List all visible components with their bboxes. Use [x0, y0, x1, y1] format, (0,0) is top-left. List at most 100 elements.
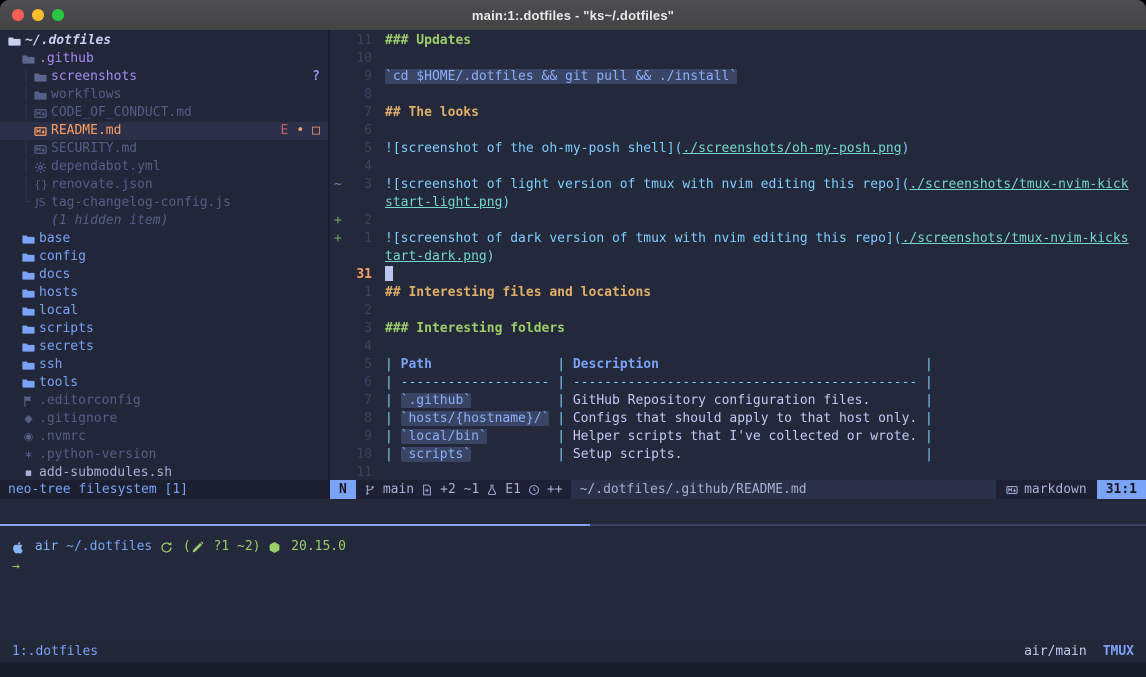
shell-pane[interactable]: air ~/.dotfiles ( ?1 ~2) 20.15.0 →	[0, 526, 1146, 640]
folder-icon	[22, 341, 35, 354]
hex-icon	[268, 541, 281, 554]
zoom-button[interactable]	[52, 9, 64, 21]
editor-line[interactable]: 7## The looks	[330, 104, 1146, 122]
tree-item-base[interactable]: base	[0, 230, 328, 248]
editor-line[interactable]: +2	[330, 212, 1146, 230]
tree-item-readme-md[interactable]: │README.mdE•□	[0, 122, 328, 140]
line-text: | `scripts` | Setup scripts. |	[385, 446, 933, 464]
tree-item-docs[interactable]: docs	[0, 266, 328, 284]
syntax-segment: ### Interesting folders	[385, 321, 565, 336]
git-status-badge: ?	[312, 68, 320, 86]
syntax-segment: |	[549, 375, 572, 390]
statusline-filetype: markdown	[1006, 482, 1087, 497]
tree-item-hosts[interactable]: hosts	[0, 284, 328, 302]
line-number: 4	[346, 158, 372, 176]
syntax-segment: ### Updates	[385, 33, 471, 48]
minimize-button[interactable]	[32, 9, 44, 21]
editor-line[interactable]: 8	[330, 86, 1146, 104]
neotree-sidebar[interactable]: ~/.dotfiles.github│screenshots?│workflow…	[0, 30, 328, 480]
nvim-panes: ~/.dotfiles.github│screenshots?│workflow…	[0, 30, 1146, 480]
editor-line[interactable]: 9`cd $HOME/.dotfiles && git pull && ./in…	[330, 68, 1146, 86]
tree-item-secrets[interactable]: secrets	[0, 338, 328, 356]
close-button[interactable]	[12, 9, 24, 21]
line-number: 3	[346, 320, 372, 338]
editor-line[interactable]: 11### Updates	[330, 32, 1146, 50]
gutter-sign	[330, 50, 346, 68]
folder-icon	[22, 377, 35, 390]
tmux-status-bar: 1:.dotfiles air/main TMUX	[0, 640, 1146, 662]
tree-item-dotfiles[interactable]: ~/.dotfiles	[0, 32, 328, 50]
line-number: 8	[346, 410, 372, 428]
tree-item-config[interactable]: config	[0, 248, 328, 266]
tmux-window-item[interactable]: 1:.dotfiles	[12, 644, 98, 659]
prompt-symbol[interactable]: →	[12, 558, 1146, 576]
apple-icon	[12, 541, 25, 554]
traffic-lights	[12, 9, 64, 21]
tree-item-add-submodules-sh[interactable]: ▪add-submodules.sh	[0, 464, 328, 480]
line-number: 6	[346, 374, 372, 392]
editor-line[interactable]: 5![screenshot of the oh-my-posh shell](.…	[330, 140, 1146, 158]
tree-item-ssh[interactable]: ssh	[0, 356, 328, 374]
syntax-segment: |	[385, 411, 401, 426]
editor-line[interactable]: 10	[330, 50, 1146, 68]
line-number: 1	[346, 284, 372, 302]
tree-item-renovate-json[interactable]: │{}renovate.json	[0, 176, 328, 194]
editor-line[interactable]: 3 ### Interesting folders	[330, 320, 1146, 338]
refresh-icon	[160, 541, 173, 554]
tree-item-scripts[interactable]: scripts	[0, 320, 328, 338]
editor-line[interactable]: 8| `hosts/{hostname}/` | Configs that sh…	[330, 410, 1146, 428]
editor-line[interactable]: 6	[330, 122, 1146, 140]
editor-line[interactable]: +1![screenshot of dark version of tmux w…	[330, 230, 1146, 248]
editor-line[interactable]: 9| `local/bin` | Helper scripts that I'v…	[330, 428, 1146, 446]
tmux-session-host: air/main	[1024, 644, 1087, 659]
editor-line[interactable]: 11	[330, 464, 1146, 480]
tree-item-security-md[interactable]: │SECURITY.md	[0, 140, 328, 158]
syntax-segment: )	[502, 195, 510, 210]
tree-item-badges: ?	[312, 68, 320, 86]
tree-item-github[interactable]: .github	[0, 50, 328, 68]
editor-line[interactable]: ~3![screenshot of light version of tmux …	[330, 176, 1146, 194]
line-number	[346, 194, 372, 212]
editor-line[interactable]: 6| ------------------- | ---------------…	[330, 374, 1146, 392]
folder-icon	[22, 269, 35, 282]
editor-line[interactable]: 2	[330, 302, 1146, 320]
tmux-right-status: air/main TMUX	[1024, 644, 1134, 659]
syntax-segment: )	[487, 249, 495, 264]
tree-item-workflows[interactable]: │workflows	[0, 86, 328, 104]
editor-line[interactable]: 1## Interesting files and locations	[330, 284, 1146, 302]
tree-item-nvmrc[interactable]: ◉.nvmrc	[0, 428, 328, 446]
tree-item-badges: E•□	[281, 122, 320, 140]
editor-line[interactable]: start-light.png)	[330, 194, 1146, 212]
tree-item-label: (1 hidden item)	[51, 212, 168, 230]
tree-item-tag-changelog-config-js[interactable]: └JStag-changelog-config.js	[0, 194, 328, 212]
tree-item-local[interactable]: local	[0, 302, 328, 320]
line-number: 10	[346, 50, 372, 68]
md-icon	[34, 143, 47, 156]
syntax-segment: Path	[401, 357, 432, 372]
editor-line[interactable]: 5| Path | Description |	[330, 356, 1146, 374]
folder-icon	[22, 287, 35, 300]
tree-item-gitignore[interactable]: ◆.gitignore	[0, 410, 328, 428]
editor-line[interactable]: 4	[330, 338, 1146, 356]
syntax-segment: `cd $HOME/.dotfiles && git pull && ./ins…	[385, 69, 737, 84]
editor-line[interactable]: 7| `.github` | GitHub Repository configu…	[330, 392, 1146, 410]
tree-item-1-hidden-item[interactable]: (1 hidden item)	[0, 212, 328, 230]
tmux-label: TMUX	[1103, 644, 1134, 659]
tree-item-python-version[interactable]: ∗.python-version	[0, 446, 328, 464]
tree-item-code-of-conduct-md[interactable]: │CODE_OF_CONDUCT.md	[0, 104, 328, 122]
terminal-window: main:1:.dotfiles - "ks~/.dotfiles" ~/.do…	[0, 0, 1146, 677]
gutter-sign	[330, 194, 346, 212]
tree-item-editorconfig[interactable]: .editorconfig	[0, 392, 328, 410]
editor-buffer[interactable]: 11### Updates 10 9`cd $HOME/.dotfiles &&…	[330, 30, 1146, 480]
syntax-segment: |	[917, 447, 933, 462]
tree-item-tools[interactable]: tools	[0, 374, 328, 392]
syntax-segment	[471, 393, 549, 408]
editor-line[interactable]: 10| `scripts` | Setup scripts. |	[330, 446, 1146, 464]
tree-item-screenshots[interactable]: │screenshots?	[0, 68, 328, 86]
tree-item-dependabot-yml[interactable]: │dependabot.yml	[0, 158, 328, 176]
editor-line[interactable]: tart-dark.png)	[330, 248, 1146, 266]
editor-line[interactable]: 4	[330, 158, 1146, 176]
tree-item-label: dependabot.yml	[51, 158, 161, 176]
syntax-segment	[432, 357, 549, 372]
editor-line[interactable]: 31	[330, 266, 1146, 284]
